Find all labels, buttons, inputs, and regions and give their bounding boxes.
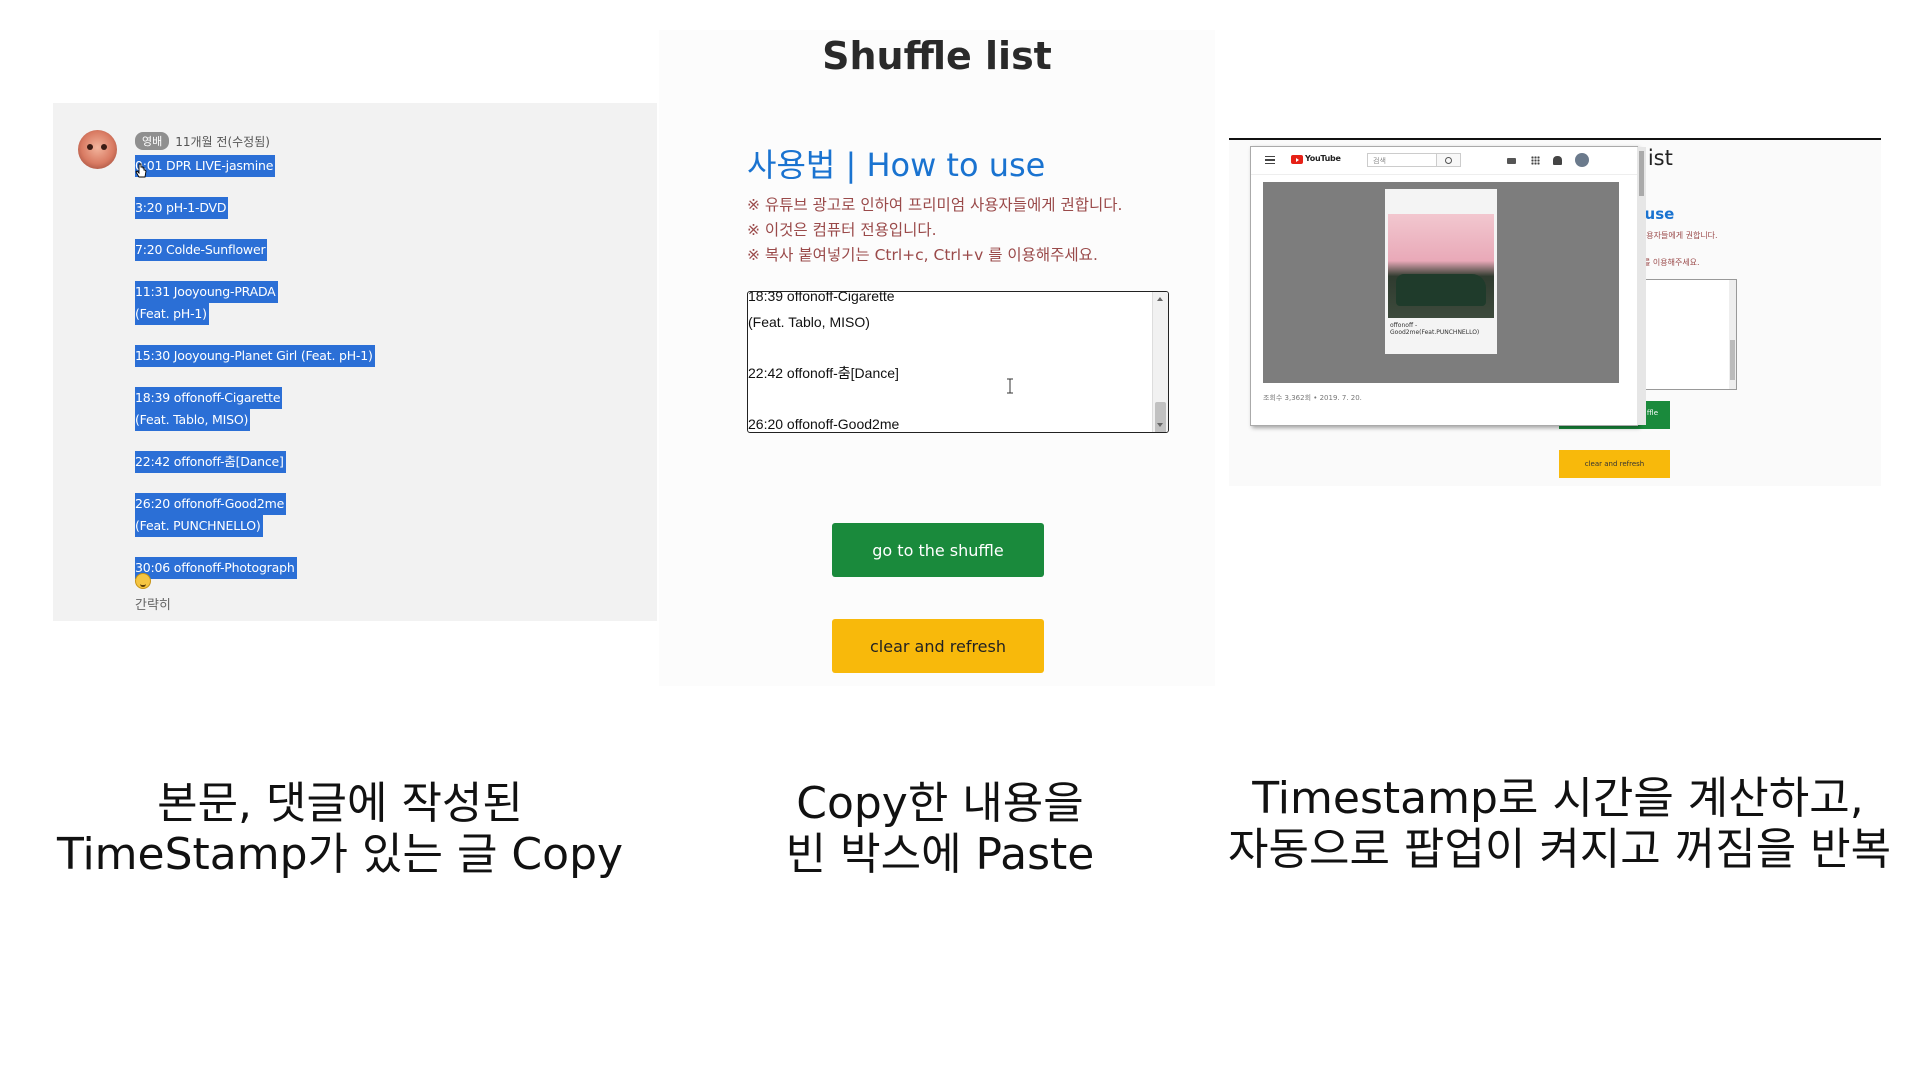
timestamp-text[interactable]: 26:20 offonoff-Good2me xyxy=(135,493,287,515)
video-caption: offonoff -Good2me(Feat.PUNCHNELLO) xyxy=(1390,322,1480,336)
notice-premium: ※ 유튜브 광고로 인하여 프리미엄 사용자들에게 권합니다. xyxy=(747,196,1123,214)
go-to-shuffle-button[interactable]: go to the shuffle xyxy=(832,523,1044,577)
textarea-line: 18:39 offonoff-Cigarette xyxy=(748,291,895,304)
timestamp-entry[interactable]: 18:39 offonoff-Cigarette (Feat. Tablo, MI… xyxy=(135,387,585,431)
caption-line: Copy한 내용을 xyxy=(796,778,1084,829)
timestamp-text[interactable]: (Feat. Tablo, MISO) xyxy=(135,409,251,431)
shuffle-page-panel: Shuffle list 사용법 | How to use ※ 유튜브 광고로 … xyxy=(659,30,1215,686)
textarea-line: (Feat. Tablo, MISO) xyxy=(748,313,870,330)
caption-step-2: Copy한 내용을 빈 박스에 Paste xyxy=(620,778,1260,880)
timestamp-entry[interactable]: 7:20 Colde-Sunflower xyxy=(135,239,585,261)
youtube-popup-window[interactable]: YouTube 검색 offonoff -Good2me(Feat.PUNCHN… xyxy=(1250,146,1646,426)
timestamp-text[interactable]: 22:42 offonoff-춤[Dance] xyxy=(135,451,286,473)
howto-heading: 사용법 | How to use xyxy=(747,146,1046,184)
textarea-line: 22:42 offonoff-춤[Dance] xyxy=(748,364,899,381)
comment-panel: 영배 11개월 전(수정됨) 0:01 DPR LIVE-jasmine 3:20… xyxy=(53,103,657,621)
timestamp-entry[interactable]: 22:42 offonoff-춤[Dance] xyxy=(135,451,585,473)
video-frame-phone: offonoff -Good2me(Feat.PUNCHNELLO) xyxy=(1385,189,1497,354)
caption-line: 본문, 댓글에 작성된 xyxy=(157,778,523,829)
bell-icon[interactable] xyxy=(1553,156,1562,165)
show-less-link[interactable]: 간략히 xyxy=(135,594,171,613)
caption-step-3: Timestamp로 시간을 계산하고, 자동으로 팝업이 켜지고 꺼짐을 반복 xyxy=(1228,773,1892,875)
scroll-down-arrow-icon[interactable] xyxy=(1153,418,1168,432)
textarea-line xyxy=(748,335,1150,361)
laughing-emoji-icon xyxy=(135,573,151,589)
text-cursor-icon xyxy=(1007,378,1013,394)
timestamp-text[interactable]: 18:39 offonoff-Cigarette xyxy=(135,387,283,409)
caption-line: 자동으로 팝업이 켜지고 꺼짐을 반복 xyxy=(1228,824,1892,875)
timestamp-text[interactable]: 0:01 DPR LIVE-jasmine xyxy=(135,155,276,177)
pointer-cursor-icon xyxy=(135,163,147,178)
timestamp-text[interactable]: (Feat. PUNCHNELLO) xyxy=(135,515,263,537)
video-camera-icon[interactable] xyxy=(1507,158,1516,164)
caption-step-1: 본문, 댓글에 작성된 TimeStamp가 있는 글 Copy xyxy=(20,778,660,880)
car-illustration xyxy=(1396,274,1486,306)
page-title: Shuffle list xyxy=(822,34,1052,78)
author-name[interactable]: 영배 xyxy=(135,132,170,150)
timestamp-entry[interactable]: 26:20 offonoff-Good2me (Feat. PUNCHNELLO) xyxy=(135,493,585,537)
divider xyxy=(1229,138,1881,140)
textarea-scrollbar[interactable] xyxy=(1152,292,1168,432)
comment-header: 영배 11개월 전(수정됨) xyxy=(135,132,270,150)
video-meta: 조회수 3,362회 • 2019. 7. 20. xyxy=(1263,394,1362,402)
search-icon[interactable] xyxy=(1437,153,1461,167)
timestamp-entry[interactable]: 3:20 pH-1-DVD xyxy=(135,197,585,219)
youtube-logo-icon[interactable] xyxy=(1291,155,1303,164)
timestamp-text[interactable]: (Feat. pH-1) xyxy=(135,303,209,325)
textarea-content: 18:39 offonoff-Cigarette (Feat. Tablo, MI… xyxy=(748,291,1150,432)
bg-page-title: list xyxy=(1642,146,1673,170)
video-player[interactable]: offonoff -Good2me(Feat.PUNCHNELLO) xyxy=(1263,182,1619,383)
apps-grid-icon[interactable] xyxy=(1531,156,1540,165)
timestamp-textarea[interactable]: 18:39 offonoff-Cigarette (Feat. Tablo, MI… xyxy=(747,291,1169,433)
timestamp-text[interactable]: 11:31 Jooyoung-PRADA xyxy=(135,281,278,303)
timestamp-entry[interactable]: 11:31 Jooyoung-PRADA (Feat. pH-1) xyxy=(135,281,585,325)
youtube-logo-text[interactable]: YouTube xyxy=(1305,154,1341,163)
album-art xyxy=(1388,214,1494,318)
timestamp-text[interactable]: 3:20 pH-1-DVD xyxy=(135,197,229,219)
clear-and-refresh-button[interactable]: clear and refresh xyxy=(832,619,1044,673)
popup-demo-panel: list o use 에 사용자들에게 권합니다. +v 를 이용해주세요. f… xyxy=(1229,138,1881,486)
bg-textarea-scrollbar[interactable] xyxy=(1729,280,1736,389)
menu-icon[interactable] xyxy=(1265,156,1275,164)
timestamp-list: 0:01 DPR LIVE-jasmine 3:20 pH-1-DVD 7:20 C… xyxy=(135,155,585,599)
comment-time: 11개월 전(수정됨) xyxy=(175,134,270,149)
timestamp-entry[interactable]: 30:06 offonoff-Photograph xyxy=(135,557,585,579)
textarea-line xyxy=(748,386,1150,412)
youtube-search-input[interactable]: 검색 xyxy=(1367,153,1437,167)
timestamp-text[interactable]: 30:06 offonoff-Photograph xyxy=(135,557,297,579)
caption-line: 빈 박스에 Paste xyxy=(785,829,1095,880)
timestamp-text[interactable]: 15:30 Jooyoung-Planet Girl (Feat. pH-1) xyxy=(135,345,375,367)
timestamp-entry[interactable]: 15:30 Jooyoung-Planet Girl (Feat. pH-1) xyxy=(135,345,585,367)
timestamp-text[interactable]: 7:20 Colde-Sunflower xyxy=(135,239,268,261)
timestamp-entry[interactable]: 0:01 DPR LIVE-jasmine xyxy=(135,155,585,177)
avatar[interactable] xyxy=(78,130,117,169)
scroll-up-arrow-icon[interactable] xyxy=(1153,292,1168,306)
bg-clear-button[interactable]: clear and refresh xyxy=(1559,450,1670,478)
account-avatar-icon[interactable] xyxy=(1575,153,1589,167)
notice-copy-paste: ※ 복사 붙여넣기는 Ctrl+c, Ctrl+v 를 이용해주세요. xyxy=(747,246,1098,264)
youtube-header: YouTube 검색 xyxy=(1251,147,1637,175)
notice-desktop-only: ※ 이것은 컴퓨터 전용입니다. xyxy=(747,221,937,239)
caption-line: Timestamp로 시간을 계산하고, xyxy=(1252,773,1864,824)
popup-scrollbar[interactable] xyxy=(1637,147,1646,425)
caption-line: TimeStamp가 있는 글 Copy xyxy=(56,829,624,880)
textarea-line: 26:20 offonoff-Good2me xyxy=(748,415,900,432)
